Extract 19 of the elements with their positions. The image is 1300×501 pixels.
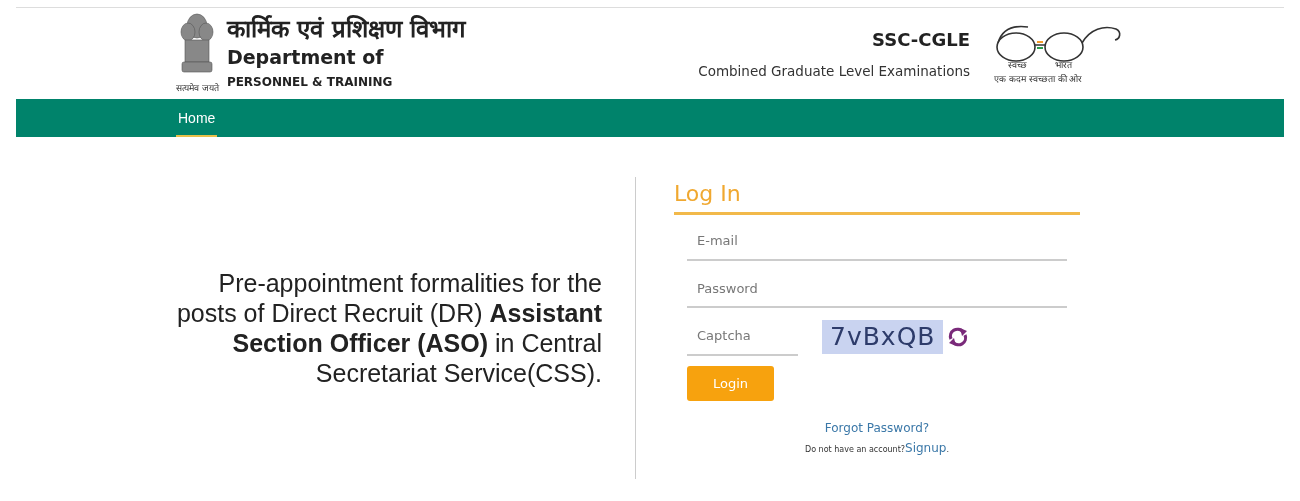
input-field[interactable]: Captcha [687,318,798,356]
captcha-image: 7vBxQB [822,319,944,354]
refresh-icon[interactable] [947,326,970,347]
logo-text: भारत [1055,60,1072,71]
department-title-hindi: कार्मिक एवं प्रशिक्षण विभाग [226,15,466,43]
nav-tab[interactable]: Home [176,102,218,137]
input-field[interactable]: E-mail [687,223,1067,261]
forgot-password-link[interactable]: Forgot Password? [824,421,930,435]
login-title: Log In [674,177,1080,215]
intro-text: Pre-appointment formalities for the posts of Direct Recruit (DR) Assistant Section Officer (ASO) in Central Secretariat Service(CSS). [175,268,602,388]
logo-tagline: एक कदम स्वच्छता की ओर [994,74,1084,85]
signup-prompt: Do not have an account?Signup. [804,440,950,457]
department-subtitle: PERSONNEL & TRAINING [226,74,394,92]
exam-name: Combined Graduate Level Examinations [698,61,970,81]
logo-text: स्वच्छ [1008,60,1027,71]
input-field[interactable]: Password [687,270,1067,308]
emblem-motto: सत्यमेव जयते [176,81,219,95]
exam-code: SSC-CGLE [872,27,970,52]
department-title: Department of [226,46,385,70]
